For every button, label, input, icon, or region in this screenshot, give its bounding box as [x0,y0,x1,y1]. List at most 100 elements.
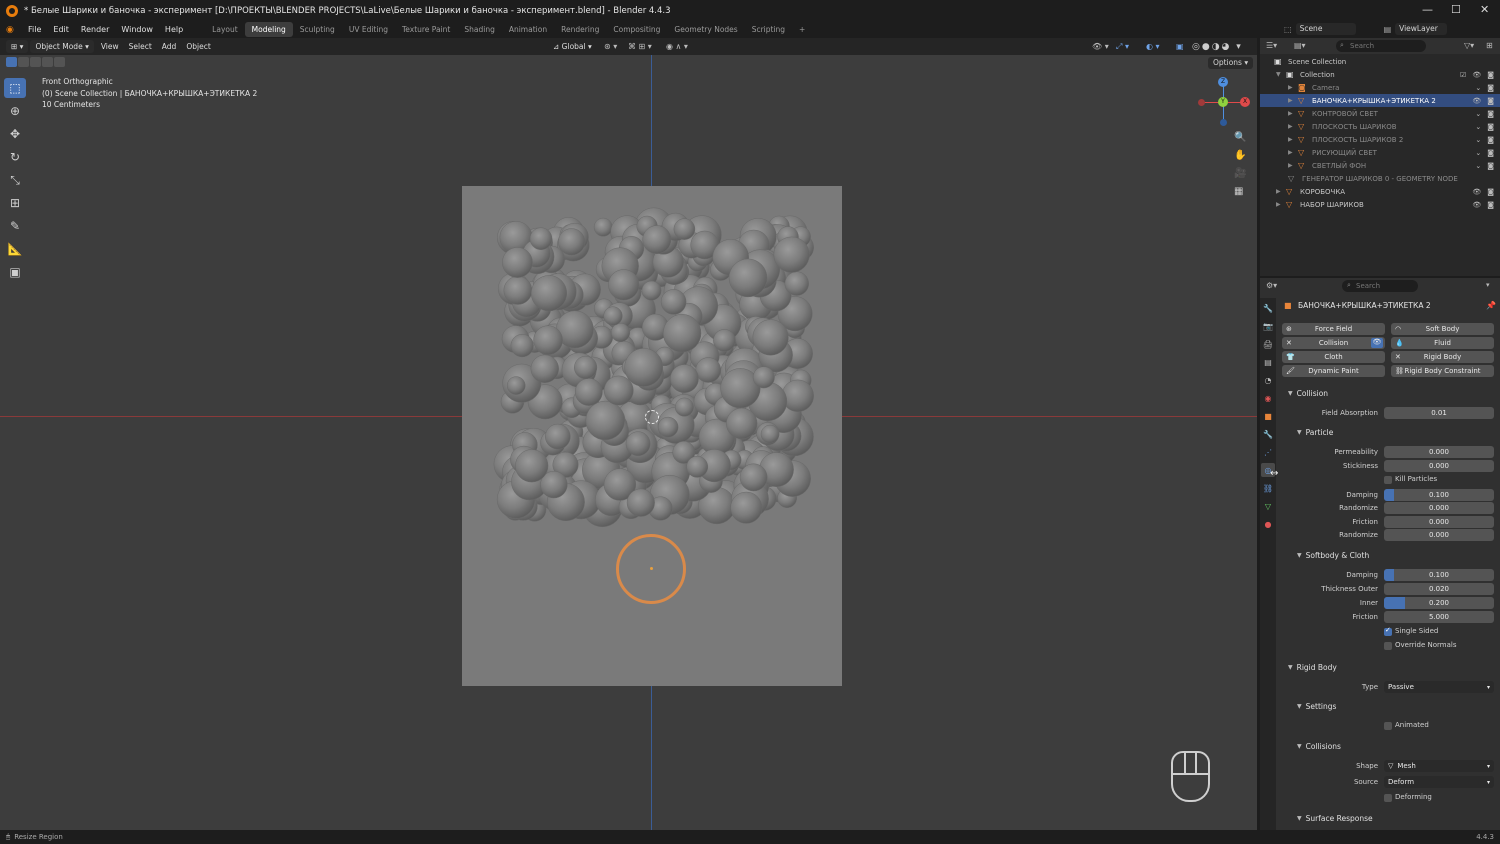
eye-icon[interactable]: 👁 [1472,201,1481,209]
tab-uv-editing[interactable]: UV Editing [342,22,395,37]
tab-scripting[interactable]: Scripting [745,22,792,37]
pan-hand-icon[interactable]: ✋ [1234,150,1246,161]
thickness-outer-field[interactable]: 0.020 [1384,583,1494,595]
permeability-field[interactable]: 0.000 [1384,446,1494,458]
add-workspace-button[interactable]: + [792,22,812,37]
outliner-item[interactable]: ▶ ◙ Camera ⌄ ◙ [1260,81,1500,94]
collision-button[interactable]: ✕ Collision 👁 [1282,337,1385,349]
camera-icon[interactable]: ◙ [1487,97,1494,105]
particle-panel-header[interactable]: ▼ Particle [1297,428,1333,437]
world-tab-icon[interactable]: ◉ [1261,391,1275,405]
close-button[interactable]: ✕ [1480,3,1489,16]
expand-icon[interactable]: ▶ [1288,149,1298,156]
tab-rendering[interactable]: Rendering [554,22,606,37]
outliner-item[interactable]: ▶ ▽ КОНТРОВОЙ СВЕТ ⌄ ◙ [1260,107,1500,120]
camera-icon[interactable]: ◙ [1487,149,1494,157]
kill-particles-checkbox[interactable] [1384,476,1392,484]
chevron-down-icon[interactable]: ▾ [1486,281,1490,289]
outliner-collection[interactable]: ▼ ▣ Collection ☑ 👁 ◙ [1260,68,1500,81]
menu-object[interactable]: Object [181,42,215,51]
display-mode-icon[interactable]: ▤▾ [1294,41,1306,50]
ortho-grid-icon[interactable]: ▦ [1234,186,1246,197]
maximize-button[interactable]: ☐ [1451,3,1461,16]
tab-geometry-nodes[interactable]: Geometry Nodes [667,22,744,37]
xray-toggle-icon[interactable]: ▣ [1176,42,1184,51]
rigid-body-constraint-button[interactable]: ⛓ Rigid Body Constraint [1391,365,1494,377]
select-subtract-icon[interactable] [30,57,41,67]
outliner-search-input[interactable]: Search [1336,40,1426,52]
options-dropdown[interactable]: Options ▾ [1208,57,1254,69]
select-intersect-icon[interactable] [54,57,65,67]
eye-icon[interactable]: ⌄ [1475,136,1481,144]
expand-icon[interactable]: ▶ [1288,136,1298,143]
tool-tab-icon[interactable]: 🔧 [1261,301,1275,315]
friction-randomize-field[interactable]: 0.000 [1384,529,1494,541]
pivot-point-icon[interactable]: ⊛ ▾ [604,42,617,51]
expand-icon[interactable]: ▶ [1276,201,1286,208]
transform-orientation-selector[interactable]: ⊿ Global ▾ [548,40,597,53]
tab-layout[interactable]: Layout [205,22,245,37]
material-tab-icon[interactable]: ● [1261,517,1275,531]
outliner-item[interactable]: ▶ ▽ РИСУЮЩИЙ СВЕТ ⌄ ◙ [1260,146,1500,159]
menu-help[interactable]: Help [159,21,189,38]
transform-tool-icon[interactable]: ⊞ [4,193,26,213]
measure-tool-icon[interactable]: 📐 [4,239,26,259]
cloth-button[interactable]: 👕 Cloth [1282,351,1385,363]
menu-select[interactable]: Select [124,42,157,51]
select-box-tool-icon[interactable]: ⬚ [4,78,26,98]
scene-selector[interactable]: Scene [1295,23,1356,35]
stickiness-field[interactable]: 0.000 [1384,460,1494,472]
3d-viewport[interactable]: ⊞ ▾ Object Mode ▾ View Select Add Object… [0,38,1257,830]
region-divider[interactable] [1257,38,1260,830]
eye-icon[interactable]: ⌄ [1475,162,1481,170]
add-cube-tool-icon[interactable]: ▣ [4,262,26,282]
tab-shading[interactable]: Shading [457,22,501,37]
menu-edit[interactable]: Edit [47,21,75,38]
damping-field[interactable]: 0.100 [1384,489,1494,501]
deforming-checkbox[interactable] [1384,794,1392,802]
editor-type-button[interactable]: ⊞ ▾ [6,40,29,53]
collision-source-select[interactable]: Deform ▾ [1384,776,1494,788]
outliner-item[interactable]: ▶ ▽ ПЛОСКОСТЬ ШАРИКОВ ⌄ ◙ [1260,120,1500,133]
rigid-body-button[interactable]: ✕ Rigid Body [1391,351,1494,363]
cursor-tool-icon[interactable]: ⊕ [4,101,26,121]
expand-icon[interactable]: ▶ [1288,110,1298,117]
outliner-editor-icon[interactable]: ☰▾ [1266,41,1277,50]
rigid-body-type-select[interactable]: Passive ▾ [1384,681,1494,693]
camera-icon[interactable]: ◙ [1487,201,1494,209]
gizmo-neg-z-icon[interactable] [1220,119,1227,126]
inner-field[interactable]: 0.200 [1384,597,1494,609]
soft-body-button[interactable]: ◠ Soft Body [1391,323,1494,335]
constraints-tab-icon[interactable]: ⛓ [1261,481,1275,495]
annotate-tool-icon[interactable]: ✎ [4,216,26,236]
camera-icon[interactable]: ◙ [1487,136,1494,144]
gizmo-y-icon[interactable]: Y [1218,97,1228,107]
friction-field[interactable]: 0.000 [1384,516,1494,528]
randomize-field[interactable]: 0.000 [1384,502,1494,514]
camera-icon[interactable]: ◙ [1487,162,1494,170]
tab-texture-paint[interactable]: Texture Paint [395,22,457,37]
eye-icon[interactable]: 👁 [1472,97,1481,105]
overlays-toggle-icon[interactable]: ◐ ▾ [1146,42,1160,51]
fluid-button[interactable]: 💧 Fluid [1391,337,1494,349]
gizmo-x-icon[interactable]: X [1240,97,1250,107]
gizmo-neg-x-icon[interactable] [1198,99,1205,106]
scale-tool-icon[interactable]: ⤡ [4,170,26,190]
navigation-gizmo[interactable]: Z X Y [1198,77,1250,128]
tab-modeling[interactable]: Modeling [244,22,293,37]
force-field-button[interactable]: ⊛ Force Field [1282,323,1385,335]
animated-checkbox[interactable] [1384,722,1392,730]
gizmo-z-icon[interactable]: Z [1218,77,1228,87]
outliner-item[interactable]: ▽ ГЕНЕРАТОР ШАРИКОВ 0 - GEOMETRY NODE [1260,172,1500,185]
softbody-cloth-panel-header[interactable]: ▼ Softbody & Cloth [1297,551,1369,560]
rotate-tool-icon[interactable]: ↻ [4,147,26,167]
new-collection-icon[interactable]: ⊞ [1486,41,1493,50]
properties-editor-icon[interactable]: ⚙▾ [1266,281,1277,290]
outliner-item[interactable]: ▶ ▽ КОРОБОЧКА 👁 ◙ [1260,185,1500,198]
gizmo-toggle-icon[interactable]: ⤢ ▾ [1116,42,1129,52]
menu-view[interactable]: View [96,42,124,51]
eye-icon[interactable]: ⌄ [1475,110,1481,118]
view-layer-tab-icon[interactable]: ▤ [1261,355,1275,369]
eye-icon[interactable]: ⌄ [1475,123,1481,131]
camera-icon[interactable]: ◙ [1487,188,1494,196]
